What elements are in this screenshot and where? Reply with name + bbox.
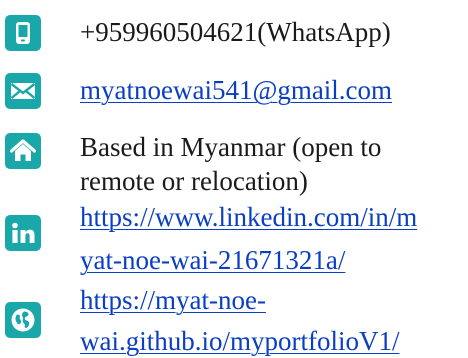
website-link-line-1[interactable]: https://myat-noe- <box>80 283 266 317</box>
email-link[interactable]: myatnoewai541@gmail.com <box>80 73 392 107</box>
smartphone-icon <box>5 15 41 51</box>
location-line-2: remote or relocation) <box>80 166 308 196</box>
website-link-line-2[interactable]: wai.github.io/myportfolioV1/ <box>80 324 399 358</box>
location-line-1: Based in Myanmar (open to <box>80 132 382 162</box>
contact-list: +959960504621(WhatsApp) myatnoewai541@gm… <box>0 0 468 358</box>
linkedin-link-line-1[interactable]: https://www.linkedin.com/in/m <box>80 200 417 234</box>
phone-number: +959960504621(WhatsApp) <box>80 17 391 47</box>
linkedin-link-line-2[interactable]: yat-noe-wai-21671321a/ <box>80 243 345 277</box>
globe-icon <box>5 302 41 338</box>
linkedin-icon <box>5 215 41 251</box>
envelope-icon <box>5 73 41 109</box>
home-icon <box>5 133 41 169</box>
